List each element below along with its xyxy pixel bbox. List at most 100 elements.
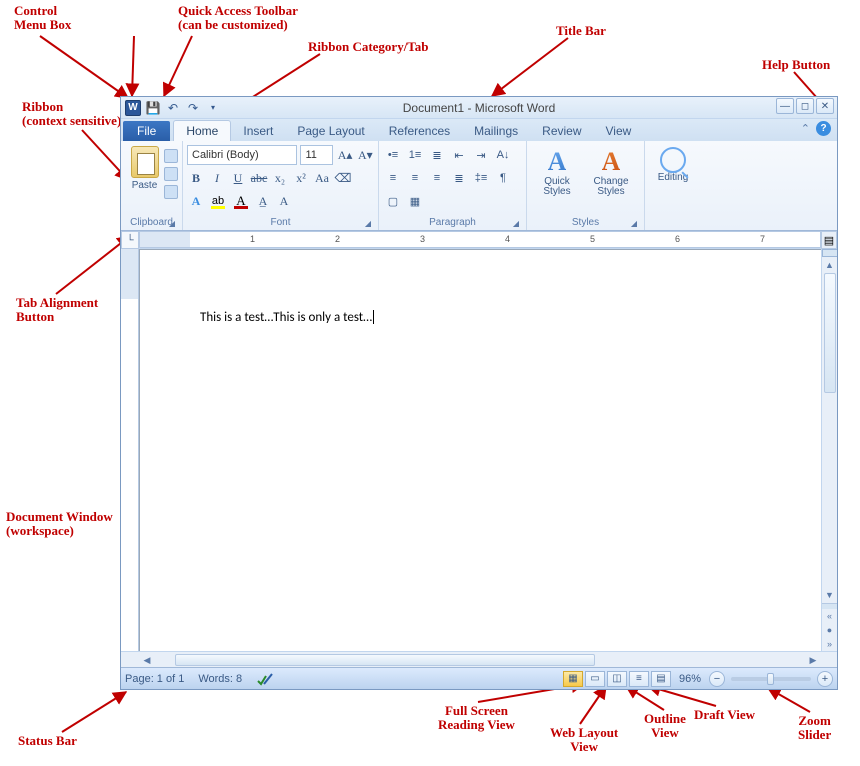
- numbering-button[interactable]: 1≡: [405, 145, 425, 165]
- zoom-slider-knob[interactable]: [767, 673, 774, 685]
- anno-title-bar: Title Bar: [556, 24, 606, 38]
- maximize-button[interactable]: ◻: [796, 98, 814, 114]
- hscroll-track[interactable]: [155, 652, 805, 667]
- tab-references[interactable]: References: [377, 121, 462, 141]
- hscroll-thumb[interactable]: [175, 654, 595, 666]
- italic-button[interactable]: I: [208, 168, 226, 188]
- zoom-percent[interactable]: 96%: [679, 673, 701, 685]
- zoom-slider[interactable]: [731, 677, 811, 681]
- font-family-combo[interactable]: Calibri (Body): [187, 145, 297, 165]
- web-layout-view-button[interactable]: ◫: [607, 671, 627, 687]
- print-layout-view-button[interactable]: ▦: [563, 671, 583, 687]
- tab-alignment-button[interactable]: └: [121, 231, 139, 249]
- character-border-button[interactable]: A̲: [254, 191, 272, 211]
- ruler-row: └ 1 2 3 4 5 6 7 ▤: [121, 231, 837, 249]
- group-editing: Editing: [645, 141, 703, 230]
- proofing-error-button[interactable]: [256, 671, 274, 687]
- minimize-button[interactable]: —: [776, 98, 794, 114]
- sort-button[interactable]: A↓: [493, 145, 513, 165]
- page[interactable]: This is a test…This is only a test…: [139, 249, 821, 651]
- tab-mailings[interactable]: Mailings: [462, 121, 530, 141]
- cut-icon[interactable]: [164, 149, 178, 163]
- subscript-button[interactable]: x₂: [271, 168, 289, 188]
- anno-help: Help Button: [762, 58, 830, 72]
- draft-view-button[interactable]: ▤: [651, 671, 671, 687]
- dialog-launcher-clipboard[interactable]: ◢: [166, 217, 178, 229]
- scroll-down-button[interactable]: ▼: [822, 587, 837, 603]
- bullets-button[interactable]: •≡: [383, 145, 403, 165]
- status-page[interactable]: Page: 1 of 1: [125, 673, 184, 685]
- ribbon: Paste Clipboard ◢ Calibri (Body) 11: [121, 141, 837, 231]
- word-window: W 💾 ↶ ↷ ▾ Document1 - Microsoft Word — ◻…: [120, 96, 838, 690]
- scroll-left-button[interactable]: ◀: [139, 652, 155, 668]
- show-marks-button[interactable]: ¶: [493, 168, 513, 188]
- font-color-button[interactable]: A: [231, 192, 251, 210]
- align-right-button[interactable]: ≡: [427, 168, 447, 188]
- underline-button[interactable]: U: [229, 168, 247, 188]
- grow-font-icon[interactable]: A▴: [336, 145, 353, 165]
- align-left-button[interactable]: ≡: [383, 168, 403, 188]
- zoom-out-button[interactable]: −: [709, 671, 725, 687]
- paste-button[interactable]: Paste: [127, 143, 162, 191]
- vscroll-thumb[interactable]: [824, 273, 836, 393]
- dialog-launcher-font[interactable]: ◢: [362, 217, 374, 229]
- vertical-scrollbar[interactable]: ▲ ▼ « ● »: [821, 249, 837, 651]
- highlight-button[interactable]: ab: [208, 192, 228, 210]
- tab-file[interactable]: File: [123, 121, 170, 141]
- change-styles-button[interactable]: A ChangeStyles: [585, 147, 637, 197]
- ribbon-collapse-icon[interactable]: ⌃: [801, 122, 810, 135]
- paste-icon: [131, 146, 159, 178]
- copy-icon[interactable]: [164, 167, 178, 181]
- line-spacing-button[interactable]: ‡≡: [471, 168, 491, 188]
- browse-prev-button[interactable]: «: [822, 609, 837, 623]
- status-words[interactable]: Words: 8: [198, 673, 242, 685]
- bold-button[interactable]: B: [187, 168, 205, 188]
- shrink-font-icon[interactable]: A▾: [357, 145, 374, 165]
- tab-view[interactable]: View: [594, 121, 644, 141]
- horizontal-scrollbar[interactable]: ◀ ▶: [121, 651, 837, 667]
- zoom-in-button[interactable]: +: [817, 671, 833, 687]
- anno-weblayout: Web LayoutView: [550, 726, 618, 755]
- view-ruler-button[interactable]: ▤: [821, 231, 837, 249]
- browse-next-button[interactable]: »: [822, 637, 837, 651]
- anno-fullscreen: Full ScreenReading View: [438, 704, 515, 733]
- outline-view-button[interactable]: ≡: [629, 671, 649, 687]
- justify-button[interactable]: ≣: [449, 168, 469, 188]
- format-painter-icon[interactable]: [164, 185, 178, 199]
- vertical-ruler[interactable]: [121, 249, 139, 651]
- tab-home[interactable]: Home: [173, 120, 231, 141]
- split-box[interactable]: [822, 249, 838, 257]
- horizontal-ruler[interactable]: 1 2 3 4 5 6 7: [139, 231, 821, 248]
- fullscreen-reading-view-button[interactable]: ▭: [585, 671, 605, 687]
- tab-insert[interactable]: Insert: [231, 121, 285, 141]
- document-workspace[interactable]: This is a test…This is only a test…: [139, 249, 821, 651]
- select-browse-object-button[interactable]: ●: [822, 623, 837, 637]
- text-effects-button[interactable]: A: [187, 191, 205, 211]
- quick-styles-button[interactable]: A QuickStyles: [531, 147, 583, 197]
- dialog-launcher-paragraph[interactable]: ◢: [510, 217, 522, 229]
- dialog-launcher-styles[interactable]: ◢: [628, 217, 640, 229]
- align-center-button[interactable]: ≡: [405, 168, 425, 188]
- character-shading-button[interactable]: A: [275, 191, 293, 211]
- help-button[interactable]: ?: [816, 121, 831, 136]
- change-case-button[interactable]: Aa: [313, 168, 331, 188]
- group-paragraph: •≡ 1≡ ≣ ⇤ ⇥ A↓ ≡ ≡ ≡ ≣ ‡≡ ¶: [379, 141, 527, 230]
- close-button[interactable]: ✕: [816, 98, 834, 114]
- multilevel-button[interactable]: ≣: [427, 145, 447, 165]
- tab-page-layout[interactable]: Page Layout: [285, 121, 376, 141]
- clear-formatting-button[interactable]: ⌫: [334, 168, 352, 188]
- editing-button[interactable]: Editing: [649, 143, 697, 183]
- superscript-button[interactable]: x²: [292, 168, 310, 188]
- borders-button[interactable]: ▦: [405, 191, 425, 211]
- shading-button[interactable]: ▢: [383, 191, 403, 211]
- scroll-right-button[interactable]: ▶: [805, 652, 821, 668]
- anno-control-menu: ControlMenu Box: [14, 4, 71, 33]
- scroll-up-button[interactable]: ▲: [822, 257, 837, 273]
- anno-qat: Quick Access Toolbar(can be customized): [178, 4, 298, 33]
- decrease-indent-button[interactable]: ⇤: [449, 145, 469, 165]
- font-size-combo[interactable]: 11: [300, 145, 333, 165]
- vscroll-track[interactable]: [822, 273, 837, 587]
- tab-review[interactable]: Review: [530, 121, 593, 141]
- strikethrough-button[interactable]: abc: [250, 168, 268, 188]
- increase-indent-button[interactable]: ⇥: [471, 145, 491, 165]
